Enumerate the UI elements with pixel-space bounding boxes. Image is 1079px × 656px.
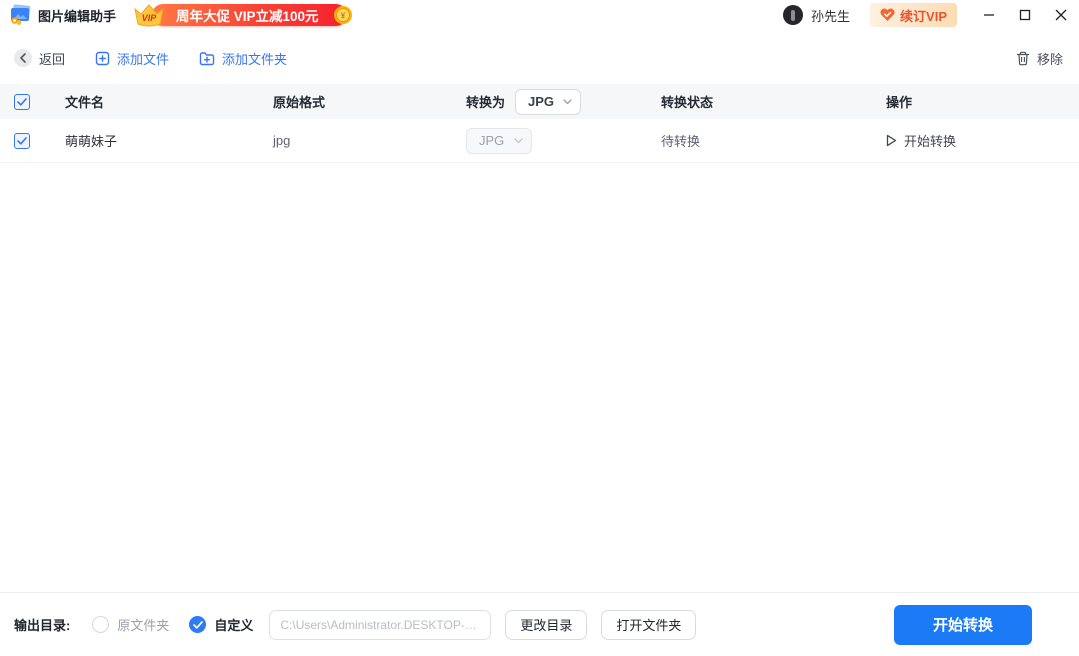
check-icon xyxy=(17,136,27,145)
remove-label: 移除 xyxy=(1036,51,1063,67)
radio-original-label: 原文件夹 xyxy=(117,618,170,633)
vip-promo-banner[interactable]: VIP 周年大促 VIP立减100元 ¥ xyxy=(132,2,352,28)
app-logo-icon xyxy=(11,4,31,25)
select-all-checkbox[interactable] xyxy=(14,93,30,110)
table-row: 萌萌妹子 jpg JPG 待转换 开始转换 xyxy=(0,119,1079,163)
radio-original-folder[interactable]: 原文件夹 xyxy=(92,615,169,634)
open-folder-button[interactable]: 打开文件夹 xyxy=(601,609,697,640)
window-controls xyxy=(971,0,1079,30)
renew-vip-button[interactable]: 续订VIP xyxy=(870,3,957,27)
radio-custom[interactable]: 自定义 xyxy=(189,615,253,634)
radio-on-icon xyxy=(189,616,207,633)
close-icon xyxy=(1055,9,1067,21)
chevron-down-icon xyxy=(563,98,572,104)
minimize-button[interactable] xyxy=(971,0,1007,30)
radio-custom-label: 自定义 xyxy=(214,618,254,633)
row-format-value: JPG xyxy=(479,133,505,148)
check-icon xyxy=(17,97,27,106)
svg-text:¥: ¥ xyxy=(340,12,345,21)
global-format-value: JPG xyxy=(528,94,555,109)
row-original-format: jpg xyxy=(273,133,291,148)
renew-vip-label: 续订VIP xyxy=(900,8,947,24)
vip-crown-icon: VIP xyxy=(134,4,164,27)
add-folder-button[interactable]: 添加文件夹 xyxy=(199,49,287,68)
radio-off-icon xyxy=(92,616,110,633)
output-path-input[interactable] xyxy=(269,609,492,640)
change-dir-button[interactable]: 更改目录 xyxy=(505,609,588,640)
footer-bar: 输出目录: 原文件夹 自定义 更改目录 打开文件夹 开始转换 xyxy=(0,592,1079,656)
maximize-icon xyxy=(1019,9,1031,21)
add-file-button[interactable]: 添加文件 xyxy=(95,49,169,68)
back-label: 返回 xyxy=(39,51,66,67)
minimize-icon xyxy=(984,14,994,16)
vip-heart-icon xyxy=(880,8,895,21)
user-avatar[interactable] xyxy=(783,5,804,25)
close-button[interactable] xyxy=(1043,0,1079,30)
gold-coin-icon: ¥ xyxy=(333,6,352,24)
file-plus-icon xyxy=(95,51,110,65)
maximize-button[interactable] xyxy=(1007,0,1043,30)
start-convert-button[interactable]: 开始转换 xyxy=(894,604,1032,645)
chevron-left-icon xyxy=(14,49,32,67)
title-bar: 图片编辑助手 VIP 周年大促 VIP立减100元 ¥ 孙先生 续订VIP xyxy=(0,0,1079,30)
folder-plus-icon xyxy=(199,51,215,65)
row-filename: 萌萌妹子 xyxy=(65,134,118,149)
add-folder-label: 添加文件夹 xyxy=(222,51,288,67)
row-start-convert-label: 开始转换 xyxy=(904,134,957,149)
back-button[interactable]: 返回 xyxy=(14,49,65,68)
app-title: 图片编辑助手 xyxy=(38,8,117,24)
user-name: 孙先生 xyxy=(811,8,851,24)
remove-button[interactable]: 移除 xyxy=(1016,49,1063,68)
row-status: 待转换 xyxy=(661,134,701,149)
table-header: 文件名 原始格式 转换为 JPG 转换状态 操作 xyxy=(0,84,1079,119)
header-original-format: 原始格式 xyxy=(273,95,326,110)
header-operation: 操作 xyxy=(886,95,913,110)
row-checkbox[interactable] xyxy=(14,132,30,149)
trash-icon xyxy=(1016,51,1030,65)
output-dir-label: 输出目录: xyxy=(14,618,71,633)
add-file-label: 添加文件 xyxy=(117,51,170,67)
header-filename: 文件名 xyxy=(65,95,105,110)
row-format-select[interactable]: JPG xyxy=(466,127,532,154)
toolbar: 返回 添加文件 添加文件夹 移除 xyxy=(0,40,1079,76)
chevron-down-icon xyxy=(514,137,523,143)
play-icon xyxy=(886,134,897,147)
header-status: 转换状态 xyxy=(661,95,714,110)
svg-text:VIP: VIP xyxy=(142,13,158,23)
global-format-select[interactable]: JPG xyxy=(515,88,582,115)
row-start-convert-button[interactable]: 开始转换 xyxy=(886,131,956,150)
promo-text: 周年大促 VIP立减100元 xyxy=(152,4,347,26)
header-convert-to: 转换为 xyxy=(466,95,506,110)
